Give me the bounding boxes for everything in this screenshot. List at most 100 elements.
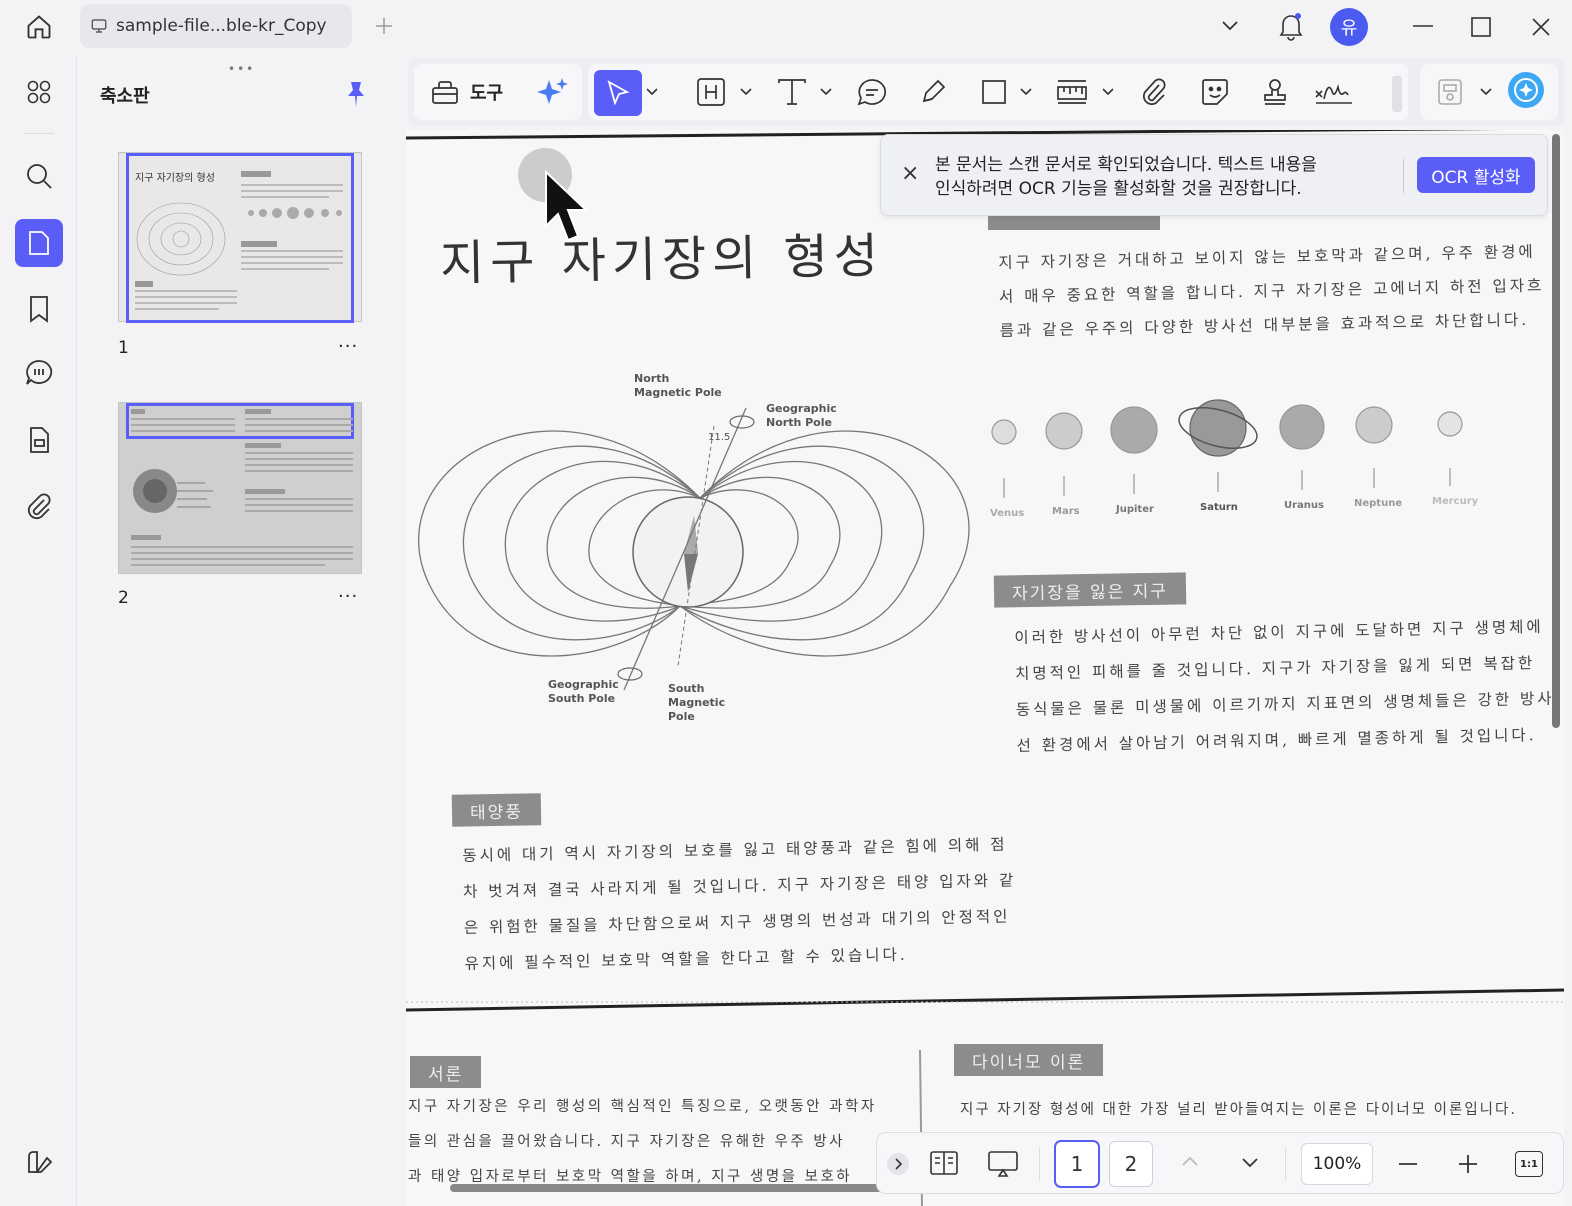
thumbnail-page-number-2: 2 — [118, 588, 129, 608]
highlight-text-icon[interactable] — [696, 72, 726, 112]
rail-divider — [24, 133, 54, 134]
tools-label: 도구 — [470, 83, 504, 104]
signature-icon[interactable] — [1314, 72, 1354, 112]
label-south-magnetic-pole: South Magnetic Pole — [668, 682, 726, 723]
search-icon[interactable] — [15, 152, 63, 200]
page-2-button[interactable]: 2 — [1109, 1141, 1153, 1187]
chevron-down-icon[interactable] — [1216, 12, 1244, 40]
page-thumbnail-2[interactable] — [118, 402, 362, 574]
form-page-icon[interactable] — [15, 416, 63, 464]
page-1-button[interactable]: 1 — [1055, 1141, 1099, 1187]
document-tab[interactable]: sample-file...ble-kr_Copy — [80, 4, 352, 48]
pin-icon[interactable] — [344, 80, 368, 108]
tab-monitor-icon — [90, 17, 108, 35]
comments-icon[interactable] — [15, 349, 63, 397]
stamp-icon[interactable] — [1260, 72, 1290, 112]
thumbnail-more-button-2[interactable]: ··· — [338, 586, 358, 607]
home-icon[interactable] — [20, 10, 58, 44]
shape-rectangle-icon[interactable] — [980, 72, 1008, 112]
page-thumbnail-1[interactable]: 지구 자기장의 형성 — [118, 152, 362, 323]
comment-bubble-icon[interactable] — [856, 72, 888, 112]
panel-drag-handle[interactable]: ••• — [228, 62, 255, 76]
uniq-brand-icon[interactable] — [15, 1138, 63, 1186]
ai-sparkle-icon[interactable] — [536, 72, 570, 112]
toolbox-icon — [432, 81, 458, 104]
notification-bell-icon[interactable] — [1274, 8, 1308, 44]
bookmark-icon[interactable] — [15, 285, 63, 333]
label-geographic-south-pole: Geographic South Pole — [548, 678, 619, 705]
maximize-icon[interactable] — [1464, 10, 1498, 44]
save-dropdown-chevron-icon[interactable] — [1480, 82, 1492, 102]
attachment-icon[interactable] — [15, 482, 63, 530]
title-bar: sample-file...ble-kr_Copy 유 — [0, 0, 1572, 56]
measure-dropdown-chevron-icon[interactable] — [1102, 82, 1114, 102]
main-toolbar: 도구 — [408, 58, 1564, 126]
planet-label-venus: Venus — [990, 508, 1025, 519]
page2-intro-body: 지구 자기장은 우리 행성의 핵심적인 특징으로, 오랫동안 과학자 들의 관심… — [408, 1090, 877, 1195]
actual-size-label: 1:1 — [1520, 1158, 1538, 1170]
minimize-icon[interactable] — [1406, 12, 1440, 40]
avatar-initial: 유 — [1340, 18, 1358, 39]
save-disk-icon[interactable] — [1436, 72, 1464, 112]
apps-grid-icon[interactable] — [15, 68, 63, 116]
planet-label-neptune: Neptune — [1354, 498, 1403, 509]
previous-page-chevron-icon[interactable] — [1181, 1155, 1199, 1167]
left-rail — [0, 56, 77, 1206]
page2-dynamo-line: 지구 자기장 형성에 대한 가장 널리 받아들여지는 이론은 다이너모 이론입니… — [960, 1102, 1517, 1118]
sticker-icon[interactable] — [1200, 72, 1230, 112]
enable-ocr-button[interactable]: OCR 활성화 — [1417, 157, 1535, 193]
thumbnail-panel-title: 축소판 — [100, 86, 150, 107]
magnetic-field-diagram — [417, 407, 970, 691]
thumbnails-page-icon[interactable] — [15, 219, 63, 267]
ai-assistant-icon[interactable] — [1506, 70, 1546, 110]
collapse-bar-chevron-icon[interactable] — [887, 1153, 909, 1175]
intro-paragraph: 지구 자기장은 거대하고 보이지 않는 보호막과 같으며, 우주 환경에 서 매… — [998, 235, 1545, 348]
zoom-level-field[interactable]: 100% — [1301, 1143, 1373, 1185]
close-window-icon[interactable] — [1524, 10, 1558, 44]
ocr-banner-close-button[interactable]: × — [901, 161, 919, 186]
zoom-out-icon[interactable] — [1397, 1153, 1419, 1175]
text-tool-icon[interactable] — [776, 72, 808, 112]
intro-heading-tag — [988, 214, 1160, 230]
user-avatar[interactable]: 유 — [1330, 8, 1368, 46]
presentation-icon[interactable] — [987, 1149, 1019, 1179]
select-dropdown-chevron-icon[interactable] — [646, 82, 658, 102]
shape-dropdown-chevron-icon[interactable] — [1020, 82, 1032, 102]
next-page-chevron-icon[interactable] — [1241, 1157, 1259, 1169]
actual-size-button[interactable]: 1:1 — [1515, 1151, 1543, 1177]
section-heading-solar-wind: 태양풍 — [451, 793, 542, 827]
page2-intro-line-1: 지구 자기장은 우리 행성의 핵심적인 특징으로, 오랫동안 과학자 — [408, 1099, 877, 1115]
ocr-banner-line-2: 인식하려면 OCR 기능을 활성화할 것을 권장합니다. — [935, 179, 1302, 199]
new-tab-icon[interactable] — [370, 12, 398, 40]
ocr-banner-line-1: 본 문서는 스캔 문서로 확인되었습니다. 텍스트 내용을 — [935, 155, 1317, 175]
attach-file-icon[interactable] — [1140, 72, 1168, 112]
document-viewport[interactable]: 지구 자기장의 형성 지구 자기장은 거대하고 보이지 않는 보호막과 같으며,… — [406, 130, 1564, 1206]
planets-illustration — [991, 399, 1463, 498]
zoom-in-icon[interactable] — [1457, 1153, 1479, 1175]
thumbnail-more-button-1[interactable]: ··· — [338, 336, 358, 357]
ocr-banner-divider — [1403, 159, 1404, 193]
text-dropdown-chevron-icon[interactable] — [820, 82, 832, 102]
label-axis-tilt-angle: 11.5 — [708, 432, 731, 443]
pen-draw-icon[interactable] — [918, 72, 948, 112]
planet-label-jupiter: Jupiter — [1116, 504, 1154, 515]
select-tool-button[interactable] — [594, 70, 642, 116]
highlight-dropdown-chevron-icon[interactable] — [740, 82, 752, 102]
page2-heading-intro: 서론 — [410, 1056, 482, 1088]
planet-label-uranus: Uranus — [1284, 500, 1324, 511]
thumbnail-page-number-1: 1 — [118, 338, 129, 358]
pointer-icon — [607, 80, 630, 106]
horizontal-scrollbar[interactable] — [450, 1184, 910, 1192]
label-geographic-north-pole: Geographic North Pole — [766, 402, 837, 429]
toolbar-overflow-handle[interactable] — [1392, 76, 1402, 112]
bottombar-divider-2 — [1285, 1147, 1286, 1181]
ocr-notification-banner: × 본 문서는 스캔 문서로 확인되었습니다. 텍스트 내용을 인식하려면 OC… — [880, 134, 1548, 216]
planet-label-mercury: Mercury — [1432, 496, 1479, 507]
page-layout-icon[interactable] — [929, 1149, 959, 1177]
thumbnail-panel: ••• 축소판 지구 자기장의 형성 1 ··· 2 ··· — [78, 56, 404, 1206]
page2-heading-dynamo: 다이너모 이론 — [954, 1044, 1104, 1076]
measure-ruler-icon[interactable] — [1056, 72, 1088, 112]
tools-menu-button[interactable]: 도구 — [430, 72, 503, 112]
svg-text:지구 자기장의 형성: 지구 자기장의 형성 — [135, 172, 215, 184]
vertical-scrollbar[interactable] — [1552, 134, 1560, 728]
